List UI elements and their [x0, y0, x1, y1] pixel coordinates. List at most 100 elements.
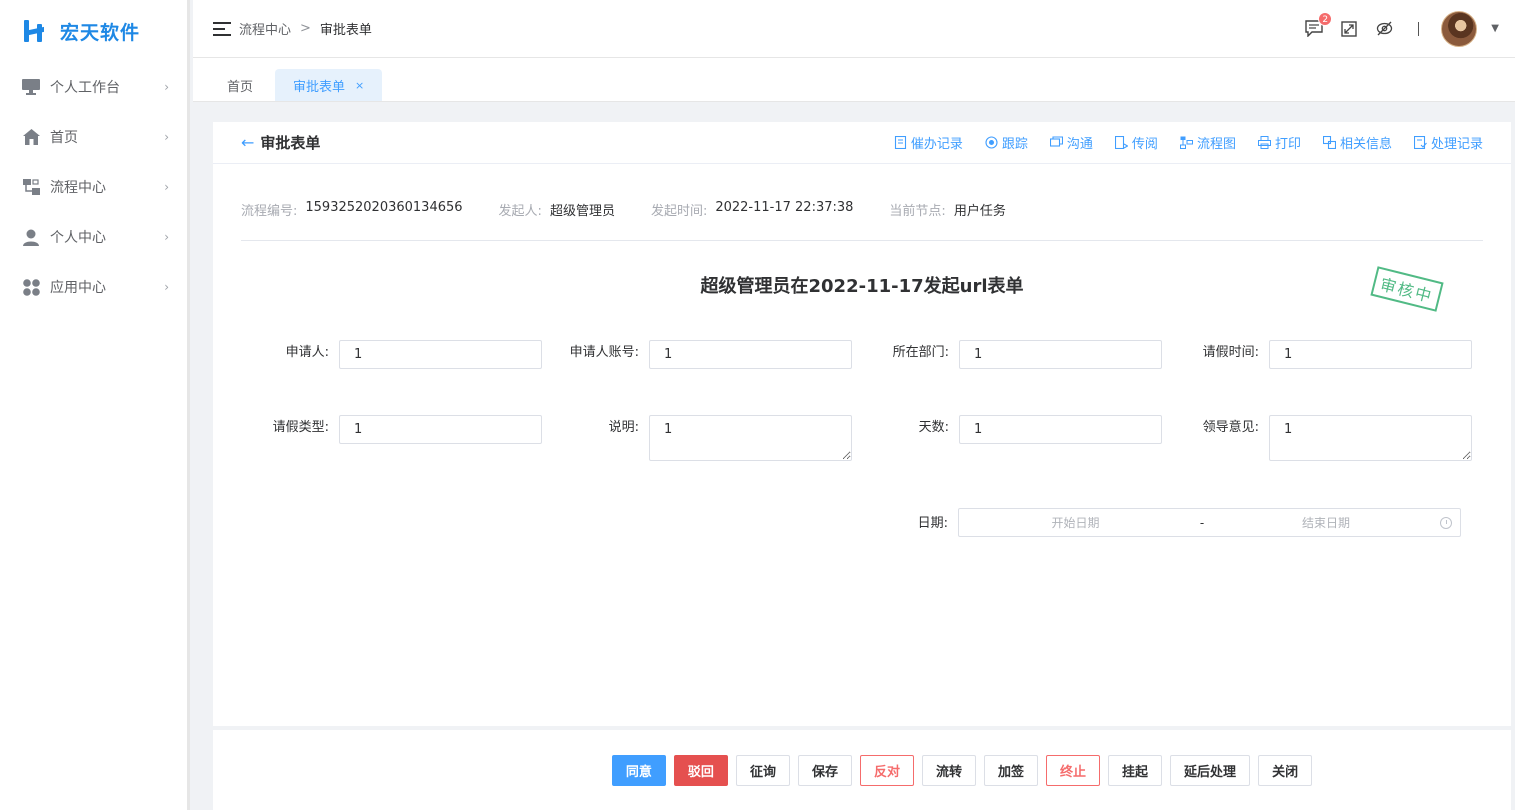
description-textarea[interactable]: 1 — [649, 415, 852, 461]
sidebar-item-label: 流程中心 — [50, 180, 106, 196]
applicant-input[interactable] — [339, 340, 542, 369]
sidebar-item-label: 个人中心 — [50, 230, 106, 246]
target-icon — [985, 136, 998, 149]
avatar[interactable] — [1441, 10, 1478, 47]
save-button[interactable]: 保存 — [797, 754, 852, 786]
terminate-button[interactable]: 终止 — [1046, 754, 1101, 786]
department-field: 所在部门: — [859, 340, 1162, 369]
breadcrumb-item[interactable]: 流程中心 — [239, 19, 291, 38]
account-field: 申请人账号: — [549, 340, 852, 369]
postpone-button[interactable]: 延后处理 — [1170, 754, 1251, 786]
process-no-label: 流程编号: — [241, 204, 298, 219]
process-record-link[interactable]: 处理记录 — [1413, 133, 1483, 152]
sidebar-item-app-center[interactable]: 应用中心 › — [0, 262, 187, 312]
message-count-badge: 2 — [1318, 11, 1333, 26]
urge-record-link[interactable]: 催办记录 — [894, 133, 963, 152]
flowchart-link[interactable]: 流程图 — [1179, 133, 1236, 152]
chat-icon — [1049, 136, 1063, 149]
transfer-button[interactable]: 流转 — [921, 754, 976, 786]
sidebar-item-process-center[interactable]: 流程中心 › — [0, 162, 187, 212]
account-input[interactable] — [649, 340, 852, 369]
chevron-right-icon: › — [164, 80, 169, 94]
track-link[interactable]: 跟踪 — [985, 133, 1028, 152]
sidebar-item-personal-center[interactable]: 个人中心 › — [0, 212, 187, 262]
days-field: 天数: — [859, 415, 1162, 444]
field-label: 申请人账号: — [569, 345, 639, 360]
communicate-link[interactable]: 沟通 — [1049, 133, 1093, 152]
field-label: 申请人: — [285, 345, 329, 360]
circulate-link[interactable]: 传阅 — [1114, 133, 1158, 152]
breadcrumb-separator: > — [300, 21, 311, 36]
breadcrumb: 流程中心 > 审批表单 — [239, 19, 372, 38]
field-label: 所在部门: — [892, 345, 949, 360]
sidebar: 宏天软件 个人工作台 › 首页 › 流程中心 › 个人中心 › 应用中心 › — [0, 0, 190, 810]
card-actions: 催办记录 跟踪 沟通 传阅 流程图 打印 相关信息 处理记录 — [872, 133, 1483, 152]
field-label: 天数: — [918, 420, 949, 435]
flowchart-icon — [1179, 136, 1193, 149]
date-range-picker[interactable]: 开始日期 - 结束日期 — [958, 508, 1461, 537]
action-label: 沟通 — [1066, 137, 1093, 152]
reject-button[interactable]: 驳回 — [673, 754, 728, 786]
link-icon — [1322, 136, 1336, 149]
back-arrow-icon[interactable]: ← — [241, 133, 254, 152]
field-label: 领导意见: — [1202, 420, 1259, 435]
breadcrumb-current: 审批表单 — [319, 23, 372, 38]
caret-down-icon[interactable]: ▼ — [1491, 23, 1499, 34]
leave-type-field: 请假类型: — [239, 415, 542, 444]
leave-time-field: 请假时间: — [1169, 340, 1472, 369]
department-input[interactable] — [959, 340, 1162, 369]
tab-approval-form[interactable]: 审批表单 × — [275, 69, 383, 101]
leave-type-input[interactable] — [339, 415, 542, 444]
start-time-label: 发起时间: — [650, 204, 708, 219]
close-button[interactable]: 关闭 — [1258, 754, 1313, 786]
date-separator: - — [1199, 515, 1205, 530]
leader-opinion-field: 领导意见: 1 — [1169, 415, 1472, 461]
days-input[interactable] — [959, 415, 1162, 444]
action-label: 处理记录 — [1430, 137, 1483, 152]
theme-icon[interactable] — [1374, 19, 1394, 39]
tab-bar: 首页 审批表单 × — [193, 58, 1515, 102]
print-link[interactable]: 打印 — [1257, 133, 1301, 152]
action-label: 传阅 — [1131, 137, 1158, 152]
leader-opinion-textarea[interactable]: 1 — [1269, 415, 1472, 461]
logo[interactable]: 宏天软件 — [0, 0, 187, 62]
end-date-placeholder[interactable]: 结束日期 — [1212, 514, 1440, 531]
current-node-label: 当前节点: — [889, 204, 946, 219]
chevron-right-icon: › — [164, 180, 169, 194]
monitor-icon — [22, 78, 40, 96]
header-divider — [1418, 21, 1420, 36]
consult-button[interactable]: 征询 — [735, 754, 790, 786]
printer-icon — [1257, 136, 1271, 149]
related-info-link[interactable]: 相关信息 — [1322, 133, 1392, 152]
menu-toggle-icon[interactable] — [213, 21, 231, 36]
fullscreen-icon[interactable] — [1339, 19, 1359, 39]
home-icon — [22, 128, 40, 146]
divider — [241, 240, 1483, 241]
brand-name: 宏天软件 — [60, 21, 141, 44]
sidebar-item-home[interactable]: 首页 › — [0, 112, 187, 162]
leave-time-input[interactable] — [1269, 340, 1472, 369]
tab-home[interactable]: 首页 — [209, 69, 271, 101]
tab-label: 首页 — [227, 79, 254, 95]
chevron-right-icon: › — [164, 130, 169, 144]
message-icon[interactable]: 2 — [1304, 11, 1333, 39]
form-title: 超级管理员在2022-11-17发起url表单 — [700, 276, 1024, 297]
action-label: 相关信息 — [1339, 137, 1392, 152]
initiator-value: 超级管理员 — [549, 204, 615, 219]
close-icon[interactable]: × — [355, 79, 364, 92]
action-label: 跟踪 — [1001, 137, 1028, 152]
sidebar-item-label: 个人工作台 — [50, 80, 120, 96]
suspend-button[interactable]: 挂起 — [1108, 754, 1163, 786]
sidebar-item-label: 应用中心 — [50, 280, 106, 296]
clock-icon — [1440, 516, 1452, 529]
oppose-button[interactable]: 反对 — [859, 754, 914, 786]
start-date-placeholder[interactable]: 开始日期 — [959, 514, 1192, 531]
card-title: 审批表单 — [260, 134, 321, 152]
field-label: 说明: — [608, 420, 639, 435]
share-doc-icon — [1114, 136, 1128, 149]
apps-icon — [22, 278, 40, 296]
sidebar-item-workbench[interactable]: 个人工作台 › — [0, 62, 187, 112]
agree-button[interactable]: 同意 — [611, 754, 666, 786]
add-signer-button[interactable]: 加签 — [984, 754, 1039, 786]
top-header: 流程中心 > 审批表单 2 ▼ — [193, 0, 1515, 58]
